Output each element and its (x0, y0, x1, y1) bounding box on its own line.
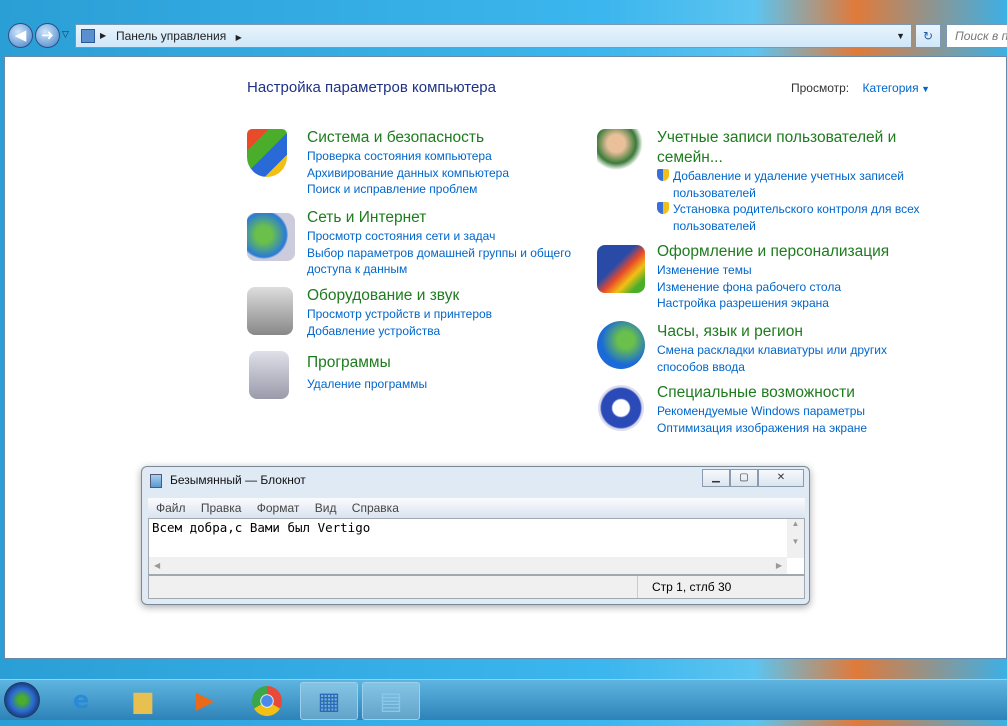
category-title-cont[interactable]: семейн... (657, 148, 920, 168)
link-troubleshoot[interactable]: Поиск и исправление проблем (307, 181, 509, 198)
notepad-icon (150, 474, 162, 488)
link-parental-control-cont[interactable]: пользователей (657, 218, 920, 235)
category-title[interactable]: Оборудование и звук (307, 286, 492, 306)
link-homegroup-cont[interactable]: доступа к данным (307, 261, 571, 278)
internet-explorer-icon[interactable]: e (52, 682, 110, 720)
link-backup[interactable]: Архивирование данных компьютера (307, 165, 509, 182)
uac-shield-icon (657, 202, 669, 214)
category-appearance: Оформление и персонализация Изменение те… (657, 242, 889, 312)
category-programs: Программы Удаление программы (307, 353, 427, 393)
media-player-icon[interactable]: ▶ (176, 682, 234, 720)
chrome-icon[interactable] (238, 682, 296, 720)
close-button[interactable]: ✕ (758, 469, 804, 487)
search-input[interactable]: Поиск в панели управления (946, 24, 1007, 48)
link-keyboard-layout[interactable]: Смена раскладки клавиатуры или других (657, 342, 887, 359)
address-dropdown-icon[interactable]: ▼ (896, 25, 905, 47)
category-title[interactable]: Специальные возможности (657, 383, 867, 403)
uac-shield-icon (657, 169, 669, 181)
breadcrumb[interactable]: Панель управления (116, 29, 226, 43)
link-desktop-background[interactable]: Изменение фона рабочего стола (657, 279, 889, 296)
menu-help[interactable]: Справка (352, 501, 399, 515)
menu-bar: Файл Правка Формат Вид Справка (148, 498, 805, 518)
category-hardware: Оборудование и звук Просмотр устройств и… (307, 286, 492, 339)
link-optimize-display[interactable]: Оптимизация изображения на экране (657, 420, 867, 437)
category-title[interactable]: Сеть и Интернет (307, 208, 571, 228)
link-keyboard-layout-cont[interactable]: способов ввода (657, 359, 887, 376)
forward-button[interactable]: ➜ (35, 23, 60, 48)
link-add-remove-accounts-cont[interactable]: пользователей (657, 185, 920, 202)
personalization-icon (597, 245, 645, 293)
notepad-taskbar-button[interactable]: ▤ (362, 682, 420, 720)
category-title[interactable]: Оформление и персонализация (657, 242, 889, 262)
link-change-theme[interactable]: Изменение темы (657, 262, 889, 279)
status-bar: Стр 1, стлб 30 (148, 575, 805, 599)
navigation-bar: ◀ ➜ ▽ ▶ Панель управления ▶ ▼ ↻ Поиск в … (0, 18, 1007, 56)
users-icon (597, 129, 645, 177)
category-system-security: Система и безопасность Проверка состояни… (307, 128, 509, 198)
text-content[interactable]: Всем добра,с Вами был Vertigo (152, 520, 370, 535)
category-title[interactable]: Программы (307, 353, 427, 373)
link-homegroup[interactable]: Выбор параметров домашней группы и общег… (307, 245, 571, 262)
taskbar: e ▆ ▶ ▦ ▤ (0, 679, 1007, 720)
category-title[interactable]: Учетные записи пользователей и (657, 128, 920, 148)
shield-icon (247, 129, 287, 177)
category-network: Сеть и Интернет Просмотр состояния сети … (307, 208, 571, 278)
menu-view[interactable]: Вид (315, 501, 337, 515)
category-user-accounts: Учетные записи пользователей и семейн...… (657, 128, 920, 234)
link-screen-resolution[interactable]: Настройка разрешения экрана (657, 295, 889, 312)
link-check-status[interactable]: Проверка состояния компьютера (307, 148, 509, 165)
clock-globe-icon (597, 321, 645, 369)
printer-icon (247, 287, 293, 335)
maximize-button[interactable]: ▢ (730, 469, 758, 487)
category-clock-region: Часы, язык и регион Смена раскладки клав… (657, 322, 887, 375)
notepad-window: Безымянный — Блокнот ▁ ▢ ✕ Файл Правка Ф… (141, 466, 810, 605)
link-devices[interactable]: Просмотр устройств и принтеров (307, 306, 492, 323)
menu-file[interactable]: Файл (156, 501, 186, 515)
accessibility-icon (598, 385, 644, 431)
cursor-position: Стр 1, стлб 30 (637, 576, 731, 598)
page-title: Настройка параметров компьютера (247, 79, 496, 96)
back-button[interactable]: ◀ (8, 23, 33, 48)
menu-edit[interactable]: Правка (201, 501, 242, 515)
address-bar[interactable]: ▶ Панель управления ▶ ▼ (75, 24, 912, 48)
link-recommended-settings[interactable]: Рекомендуемые Windows параметры (657, 403, 867, 420)
explorer-icon[interactable]: ▆ (114, 682, 172, 720)
link-network-status[interactable]: Просмотр состояния сети и задач (307, 228, 571, 245)
view-label: Просмотр: (791, 81, 850, 95)
category-accessibility: Специальные возможности Рекомендуемые Wi… (657, 383, 867, 436)
minimize-button[interactable]: ▁ (702, 469, 730, 487)
menu-format[interactable]: Формат (257, 501, 300, 515)
view-by-dropdown[interactable]: Категория (862, 81, 918, 95)
network-icon (247, 213, 295, 261)
horizontal-scrollbar[interactable]: ◀ ▶ (149, 557, 787, 574)
vertical-scrollbar[interactable]: ▲ ▼ (787, 519, 804, 558)
link-add-remove-accounts[interactable]: Добавление и удаление учетных записей (673, 169, 904, 183)
category-title[interactable]: Часы, язык и регион (657, 322, 887, 342)
refresh-button[interactable]: ↻ (915, 24, 941, 48)
link-parental-control[interactable]: Установка родительского контроля для все… (673, 202, 920, 216)
control-panel-icon (81, 29, 95, 43)
text-area[interactable]: Всем добра,с Вами был Vertigo ▲ ▼ ◀ ▶ (148, 518, 805, 575)
start-button[interactable] (4, 682, 40, 718)
window-title: Безымянный — Блокнот (170, 473, 306, 487)
control-panel-taskbar-button[interactable]: ▦ (300, 682, 358, 720)
programs-icon (249, 351, 289, 399)
link-add-device[interactable]: Добавление устройства (307, 323, 492, 340)
link-uninstall[interactable]: Удаление программы (307, 376, 427, 393)
history-dropdown-icon[interactable]: ▽ (62, 30, 69, 40)
category-title[interactable]: Система и безопасность (307, 128, 509, 148)
